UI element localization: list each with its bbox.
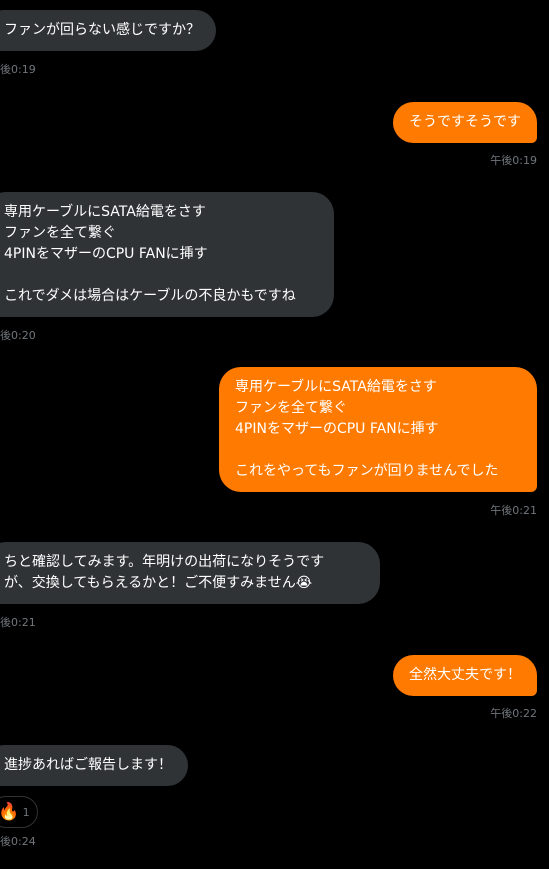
message-timestamp: 午後0:22 xyxy=(490,707,537,720)
message-timestamp: 後0:20 xyxy=(0,329,36,342)
message-timestamp: 後0:24 xyxy=(0,835,36,848)
message-reaction[interactable]: 🔥 1 xyxy=(0,796,38,828)
message-bubble-outgoing[interactable]: 専用ケーブルにSATA給電をさす ファンを全て繋ぐ 4PINをマザーのCPU F… xyxy=(219,367,537,492)
message-bubble-incoming[interactable]: 進捗あればご報告します！ xyxy=(0,745,188,786)
reaction-count: 1 xyxy=(22,805,30,819)
message-timestamp: 午後0:21 xyxy=(490,504,537,517)
message-timestamp: 後0:21 xyxy=(0,616,36,629)
message-bubble-incoming[interactable]: 専用ケーブルにSATA給電をさす ファンを全て繋ぐ 4PINをマザーのCPU F… xyxy=(0,192,334,317)
message-bubble-incoming[interactable]: ファンが回らない感じですか？ xyxy=(0,10,216,51)
fire-icon: 🔥 xyxy=(0,801,20,822)
message-timestamp: 後0:19 xyxy=(0,63,36,76)
message-bubble-outgoing[interactable]: 全然大丈夫です！ xyxy=(393,655,537,696)
message-timestamp: 午後0:19 xyxy=(490,154,537,167)
message-bubble-outgoing[interactable]: そうですそうです xyxy=(393,102,537,143)
message-bubble-incoming[interactable]: ちと確認してみます。年明けの出荷になりそうです が、交換してもらえるかと！ご不便… xyxy=(0,542,380,604)
